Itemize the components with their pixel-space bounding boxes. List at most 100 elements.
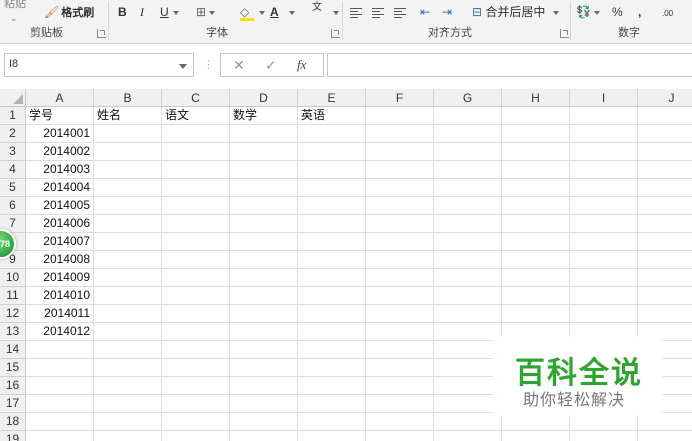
cell-B10[interactable] <box>94 269 162 287</box>
cell-G4[interactable] <box>434 161 502 179</box>
cell-D12[interactable] <box>230 305 298 323</box>
cell-B17[interactable] <box>94 395 162 413</box>
percent-button[interactable]: % <box>612 2 623 22</box>
cell-B16[interactable] <box>94 377 162 395</box>
cell-E2[interactable] <box>298 125 366 143</box>
row-header[interactable]: 11 <box>0 287 26 305</box>
cell-J8[interactable] <box>638 233 692 251</box>
cell-G2[interactable] <box>434 125 502 143</box>
cell-D19[interactable] <box>230 431 298 441</box>
cell-A17[interactable] <box>26 395 94 413</box>
row-header[interactable]: 16 <box>0 377 26 395</box>
comma-style-button[interactable]: , <box>638 2 641 22</box>
cell-G5[interactable] <box>434 179 502 197</box>
cell-H8[interactable] <box>502 233 570 251</box>
cell-A9[interactable]: 2014008 <box>26 251 94 269</box>
column-header[interactable]: H <box>502 89 570 107</box>
cell-B6[interactable] <box>94 197 162 215</box>
align-center-button[interactable] <box>372 2 384 22</box>
cell-E5[interactable] <box>298 179 366 197</box>
cell-E17[interactable] <box>298 395 366 413</box>
cell-B13[interactable] <box>94 323 162 341</box>
cell-E13[interactable] <box>298 323 366 341</box>
phonetic-dropdown-icon[interactable] <box>330 2 339 22</box>
cell-F3[interactable] <box>366 143 434 161</box>
cell-G13[interactable] <box>434 323 502 341</box>
underline-button[interactable]: U <box>160 2 169 22</box>
cell-D15[interactable] <box>230 359 298 377</box>
row-header[interactable]: 6 <box>0 197 26 215</box>
cell-I19[interactable] <box>570 431 638 441</box>
cell-F6[interactable] <box>366 197 434 215</box>
cell-D2[interactable] <box>230 125 298 143</box>
cell-F8[interactable] <box>366 233 434 251</box>
cell-D10[interactable] <box>230 269 298 287</box>
cell-F11[interactable] <box>366 287 434 305</box>
cell-J6[interactable] <box>638 197 692 215</box>
cell-C1[interactable]: 语文 <box>162 107 230 125</box>
cancel-icon[interactable]: ✕ <box>233 57 245 74</box>
cell-F12[interactable] <box>366 305 434 323</box>
cell-A7[interactable]: 2014006 <box>26 215 94 233</box>
cell-A5[interactable]: 2014004 <box>26 179 94 197</box>
cell-B18[interactable] <box>94 413 162 431</box>
cell-C11[interactable] <box>162 287 230 305</box>
cell-C2[interactable] <box>162 125 230 143</box>
cell-D3[interactable] <box>230 143 298 161</box>
cell-I6[interactable] <box>570 197 638 215</box>
cell-J11[interactable] <box>638 287 692 305</box>
column-header[interactable]: E <box>298 89 366 107</box>
row-header[interactable]: 17 <box>0 395 26 413</box>
cell-G12[interactable] <box>434 305 502 323</box>
row-header[interactable]: 5 <box>0 179 26 197</box>
cell-J19[interactable] <box>638 431 692 441</box>
cell-F15[interactable] <box>366 359 434 377</box>
cell-G7[interactable] <box>434 215 502 233</box>
cell-F19[interactable] <box>366 431 434 441</box>
cell-D6[interactable] <box>230 197 298 215</box>
cell-A8[interactable]: 2014007 <box>26 233 94 251</box>
cell-G6[interactable] <box>434 197 502 215</box>
cell-B5[interactable] <box>94 179 162 197</box>
cell-D14[interactable] <box>230 341 298 359</box>
cell-A10[interactable]: 2014009 <box>26 269 94 287</box>
cell-D1[interactable]: 数学 <box>230 107 298 125</box>
cell-D13[interactable] <box>230 323 298 341</box>
select-all-button[interactable] <box>0 89 26 107</box>
cell-J10[interactable] <box>638 269 692 287</box>
cell-C6[interactable] <box>162 197 230 215</box>
cell-C13[interactable] <box>162 323 230 341</box>
cell-E16[interactable] <box>298 377 366 395</box>
align-right-button[interactable] <box>394 2 406 22</box>
cell-E11[interactable] <box>298 287 366 305</box>
cell-A12[interactable]: 2014011 <box>26 305 94 323</box>
cell-C16[interactable] <box>162 377 230 395</box>
cell-C9[interactable] <box>162 251 230 269</box>
name-box[interactable]: I8 <box>4 53 194 77</box>
cell-D17[interactable] <box>230 395 298 413</box>
alignment-launcher-icon[interactable] <box>560 29 569 38</box>
increase-indent-button[interactable]: ⇥ <box>442 2 452 22</box>
cell-J12[interactable] <box>638 305 692 323</box>
cell-F2[interactable] <box>366 125 434 143</box>
cell-B12[interactable] <box>94 305 162 323</box>
cell-A15[interactable] <box>26 359 94 377</box>
increase-decimal-button[interactable]: .00 <box>662 4 673 24</box>
cell-J7[interactable] <box>638 215 692 233</box>
cell-C18[interactable] <box>162 413 230 431</box>
cell-D8[interactable] <box>230 233 298 251</box>
cell-C10[interactable] <box>162 269 230 287</box>
cell-B4[interactable] <box>94 161 162 179</box>
cell-H4[interactable] <box>502 161 570 179</box>
cell-C19[interactable] <box>162 431 230 441</box>
cell-D16[interactable] <box>230 377 298 395</box>
cell-G19[interactable] <box>434 431 502 441</box>
cell-I12[interactable] <box>570 305 638 323</box>
cell-A6[interactable]: 2014005 <box>26 197 94 215</box>
cell-H5[interactable] <box>502 179 570 197</box>
cell-A11[interactable]: 2014010 <box>26 287 94 305</box>
insert-function-icon[interactable]: fx <box>297 57 306 73</box>
cell-A2[interactable]: 2014001 <box>26 125 94 143</box>
cell-B7[interactable] <box>94 215 162 233</box>
cell-I5[interactable] <box>570 179 638 197</box>
